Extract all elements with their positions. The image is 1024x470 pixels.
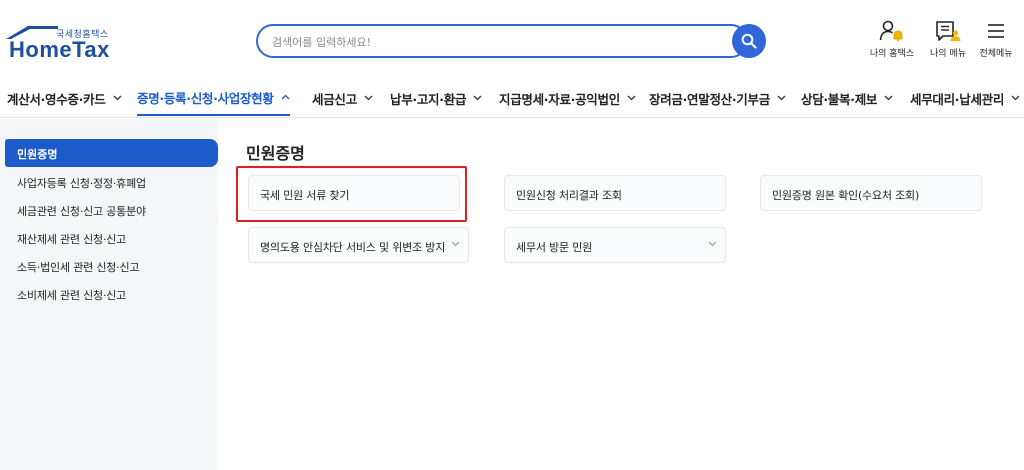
nav-item-incentive[interactable]: 장려금·연말정산·기부금: [649, 80, 786, 116]
sidebar-item-property-tax[interactable]: 재산제세 관련 신청·신고: [17, 231, 126, 247]
chevron-down-icon: [473, 95, 482, 101]
nav-item-statement[interactable]: 지급명세·자료·공익법인: [499, 80, 636, 116]
highlight-box: [236, 166, 467, 222]
card-civil-result-lookup[interactable]: 민원신청 처리결과 조회: [504, 175, 726, 211]
card-identity-theft-protection[interactable]: 명의도용 안심차단 서비스 및 위변조 방지: [248, 227, 469, 263]
search-input[interactable]: [272, 33, 712, 51]
hometax-logo[interactable]: 국세청홈택스 HomeTax: [6, 22, 116, 62]
chevron-down-icon: [451, 241, 460, 247]
nav-item-label: 세무대리·납세관리: [910, 91, 1005, 107]
header: 국세청홈택스 HomeTax 나의 홈택스 나의: [0, 0, 1024, 75]
card-label: 민원신청 처리결과 조회: [516, 189, 622, 202]
sidebar-item-consumption-tax[interactable]: 소비제세 관련 신청·신고: [17, 287, 126, 303]
search-button[interactable]: [732, 24, 766, 58]
card-tax-office-visit[interactable]: 세무서 방문 민원: [504, 227, 726, 263]
sidebar-item-income-corporate-tax[interactable]: 소득·법인세 관련 신청·신고: [17, 259, 140, 275]
card-certificate-original-check[interactable]: 민원증명 원본 확인(수요처 조회): [760, 175, 982, 211]
nav-item-tax-report[interactable]: 세금신고: [312, 80, 373, 116]
nav-item-label: 지급명세·자료·공익법인: [499, 91, 620, 107]
chevron-down-icon: [884, 95, 893, 101]
nav-item-consult[interactable]: 상담·불복·제보: [801, 80, 893, 116]
search-bar: [256, 24, 766, 58]
my-hometax-label: 나의 홈택스: [869, 49, 915, 59]
sidebar-item-civil-certificate[interactable]: 민원증명: [5, 139, 218, 167]
nav-item-label: 세금신고: [312, 91, 357, 107]
all-menu-button[interactable]: 전체메뉴: [966, 20, 1024, 64]
my-hometax-button[interactable]: 나의 홈택스: [862, 20, 922, 64]
nav-item-payment[interactable]: 납부·고지·환급: [390, 80, 482, 116]
sidebar-item-label: 민원증명: [17, 148, 58, 161]
chevron-down-icon: [364, 95, 373, 101]
sidebar-item-business-registration[interactable]: 사업자등록 신청·정정·휴폐업: [17, 175, 146, 191]
nav-item-certificate[interactable]: 증명·등록·신청·사업장현황: [137, 80, 290, 116]
user-bell-icon: [879, 20, 903, 42]
chevron-down-icon: [777, 95, 786, 101]
hamburger-icon: [988, 24, 1004, 38]
nav-item-label: 계산서·영수증·카드: [7, 91, 106, 107]
sidebar: 민원증명 사업자등록 신청·정정·휴폐업 세금관련 신청·신고 공통분야 재산제…: [0, 119, 218, 470]
chevron-down-icon: [1011, 95, 1020, 101]
nav-item-label: 증명·등록·신청·사업장현황: [137, 90, 274, 106]
nav-item-label: 장려금·연말정산·기부금: [649, 91, 770, 107]
nav-item-agent[interactable]: 세무대리·납세관리: [910, 80, 1020, 116]
card-label: 세무서 방문 민원: [516, 241, 593, 254]
main-nav: 계산서·영수증·카드 증명·등록·신청·사업장현황 세금신고 납부·고지·환급 …: [0, 75, 1024, 118]
card-label: 민원증명 원본 확인(수요처 조회): [772, 189, 920, 202]
all-menu-label: 전체메뉴: [979, 49, 1013, 59]
chevron-up-icon: [281, 94, 290, 100]
nav-item-label: 상담·불복·제보: [801, 91, 878, 107]
nav-item-invoice[interactable]: 계산서·영수증·카드: [7, 80, 122, 116]
chevron-down-icon: [708, 241, 717, 247]
sidebar-item-tax-common[interactable]: 세금관련 신청·신고 공통분야: [17, 203, 146, 219]
chevron-down-icon: [627, 95, 636, 101]
page-title: 민원증명: [246, 144, 305, 163]
document-user-icon: [936, 21, 961, 41]
search-field[interactable]: [256, 24, 748, 58]
card-label: 명의도용 안심차단 서비스 및 위변조 방지: [260, 241, 446, 254]
nav-item-label: 납부·고지·환급: [390, 91, 467, 107]
logo-title: HomeTax: [9, 37, 110, 62]
chevron-down-icon: [113, 95, 121, 101]
search-icon: [741, 33, 757, 49]
